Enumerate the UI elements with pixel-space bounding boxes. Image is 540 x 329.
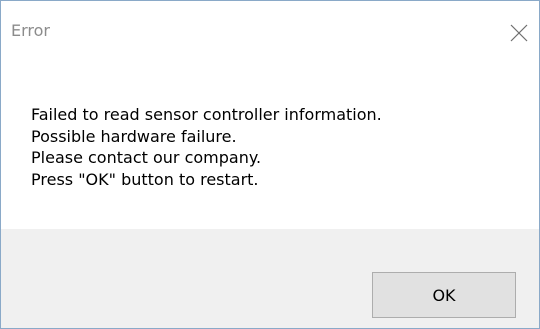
ok-button[interactable]: OK — [372, 272, 516, 318]
message-line: Possible hardware failure. — [31, 126, 237, 146]
error-dialog: Error Failed to read sensor controller i… — [0, 0, 540, 329]
button-bar: OK — [1, 229, 539, 328]
close-icon — [510, 24, 528, 42]
dialog-title: Error — [11, 21, 50, 40]
message-line: Failed to read sensor controller informa… — [31, 105, 382, 124]
message-line: Press "OK" button to restart. — [31, 169, 259, 189]
close-button[interactable] — [499, 13, 539, 53]
message-line: Please contact our company. — [31, 148, 262, 167]
title-bar[interactable]: Error — [1, 1, 539, 65]
error-message: Failed to read sensor controller informa… — [31, 104, 521, 190]
